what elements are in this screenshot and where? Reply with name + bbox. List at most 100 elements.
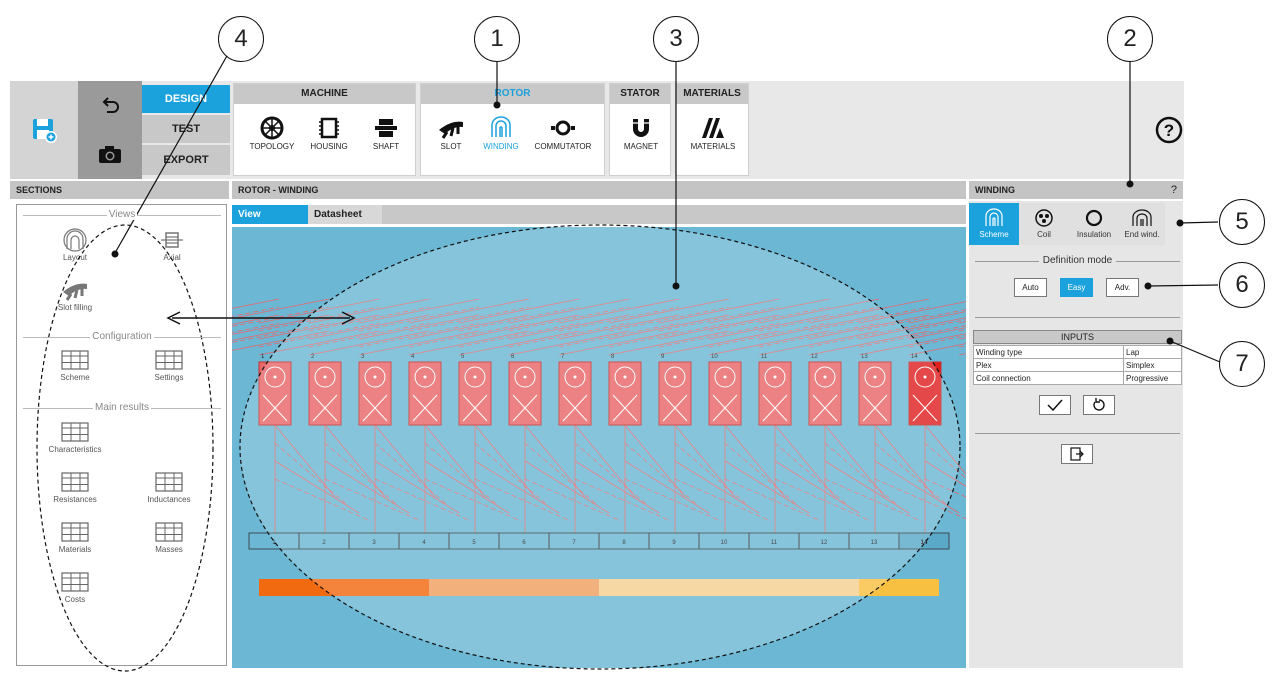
- materials-label: MATERIALS: [690, 142, 736, 151]
- end-winding-wire: [308, 298, 430, 324]
- divider: [975, 433, 1180, 434]
- end-winding-wire: [658, 298, 780, 324]
- winding-icon: [491, 116, 511, 137]
- section-scheme[interactable]: Scheme: [35, 347, 115, 382]
- connection-wire: [724, 424, 786, 498]
- slot-number: 10: [711, 354, 718, 360]
- table-icon: [61, 572, 89, 592]
- section-materials[interactable]: Materials: [35, 519, 115, 554]
- test-mode-button[interactable]: TEST: [142, 115, 230, 143]
- table-icon: [61, 472, 89, 492]
- easy-mode-button[interactable]: Easy: [1060, 278, 1093, 297]
- connection-wire: [524, 460, 610, 514]
- topology-tool[interactable]: TOPOLOGY: [242, 114, 302, 151]
- connection-wire: [624, 478, 722, 522]
- tab-view[interactable]: View: [232, 205, 308, 224]
- coil-connection-select[interactable]: Progressive: [1123, 371, 1182, 385]
- section-layout[interactable]: Layout: [35, 227, 115, 262]
- section-characteristics[interactable]: Characteristics: [35, 419, 115, 454]
- apply-button[interactable]: [1039, 395, 1071, 415]
- tab-end-winding[interactable]: End wind.: [1119, 203, 1165, 245]
- winding-help-icon[interactable]: ?: [1171, 181, 1177, 199]
- connection-wire: [674, 478, 772, 522]
- commutator-number: 13: [871, 540, 878, 546]
- svg-text:?: ?: [1164, 121, 1174, 140]
- winding-type-select[interactable]: Lap: [1123, 345, 1182, 359]
- end-winding-wire: [608, 298, 730, 324]
- section-costs[interactable]: Costs: [35, 569, 115, 604]
- export-scheme-button[interactable]: [1061, 444, 1093, 464]
- table-icon: [155, 350, 183, 370]
- commutator-tool[interactable]: COMMUTATOR: [533, 114, 593, 151]
- connection-wire: [274, 478, 372, 522]
- coil-side-dot: [823, 375, 827, 379]
- tab-datasheet[interactable]: Datasheet: [308, 205, 382, 224]
- end-winding-wire: [358, 298, 480, 324]
- materials-tool[interactable]: MATERIALS: [683, 114, 743, 151]
- coil-side-dot: [323, 375, 327, 379]
- winding-tool[interactable]: WINDING: [471, 114, 531, 151]
- export-icon: [1070, 447, 1084, 461]
- help-icon[interactable]: ?: [1154, 115, 1184, 145]
- commutator-number: 1: [272, 540, 276, 546]
- connection-wire: [574, 478, 672, 522]
- connection-wire: [724, 478, 822, 522]
- reset-button[interactable]: [1083, 395, 1115, 415]
- shaft-tool[interactable]: SHAFT: [356, 114, 416, 151]
- callout-6: 6: [1219, 262, 1265, 308]
- connection-wire: [574, 424, 636, 498]
- connection-wire: [524, 478, 622, 522]
- main-results-heading: Main results: [23, 402, 221, 413]
- rotor-winding-header: ROTOR - WINDING: [232, 181, 966, 199]
- section-axial[interactable]: Axial: [132, 227, 212, 262]
- winding-view-canvas[interactable]: 1 2 3 4 5 6 7 8 9 10 11 12 13 14 1 2 3 4 5 6 7 8 9 10 11 12 13 14: [232, 227, 966, 668]
- current-bar-segment: [599, 579, 859, 596]
- housing-icon: [319, 117, 339, 139]
- inputs-title: INPUTS: [973, 330, 1182, 344]
- app-window: { "toolbar": { "modes": {"design": "DESI…: [0, 0, 1282, 693]
- stator-group-title: STATOR: [610, 84, 670, 104]
- section-slot-filling[interactable]: Slot filling: [35, 277, 115, 312]
- commutator-icon: [551, 120, 575, 136]
- coil-side-dot: [373, 375, 377, 379]
- undo-button[interactable]: [78, 81, 142, 129]
- design-mode-button[interactable]: DESIGN: [142, 85, 230, 113]
- auto-mode-button[interactable]: Auto: [1014, 278, 1047, 297]
- section-resistances[interactable]: Resistances: [35, 469, 115, 504]
- snapshot-button[interactable]: [78, 129, 142, 179]
- connection-wire: [274, 442, 348, 506]
- commutator-number: 10: [721, 540, 728, 546]
- tab-scheme[interactable]: Scheme: [969, 203, 1019, 245]
- insulation-icon: [1085, 209, 1103, 227]
- winding-header-title: WINDING: [975, 185, 1015, 195]
- save-button[interactable]: [10, 81, 78, 179]
- save-icon: [33, 119, 57, 143]
- tab-coil[interactable]: Coil: [1019, 203, 1069, 245]
- plex-select[interactable]: Simplex: [1123, 358, 1182, 372]
- machine-group-title: MACHINE: [234, 84, 415, 104]
- commutator-number: 11: [771, 540, 778, 546]
- slot-number: 8: [611, 354, 615, 360]
- tab-insulation[interactable]: Insulation: [1069, 203, 1119, 245]
- slot-number: 13: [861, 354, 868, 360]
- coil-side-dot: [473, 375, 477, 379]
- export-mode-button[interactable]: EXPORT: [142, 145, 230, 175]
- connection-wire: [424, 460, 510, 514]
- slot-number: 14: [911, 354, 918, 360]
- connection-wire: [424, 478, 522, 522]
- connection-wire: [324, 424, 386, 498]
- magnet-tool[interactable]: MAGNET: [611, 114, 671, 151]
- slot-coil: [908, 361, 942, 426]
- coil-side-dot: [523, 375, 527, 379]
- connection-wire: [674, 460, 760, 514]
- housing-tool[interactable]: HOUSING: [299, 114, 359, 151]
- slot-coil: [708, 361, 742, 426]
- layout-icon: [63, 228, 87, 252]
- slot-number: 1: [261, 354, 265, 360]
- connection-wire: [274, 460, 360, 514]
- table-icon: [155, 522, 183, 542]
- section-settings[interactable]: Settings: [129, 347, 209, 382]
- section-inductances[interactable]: Inductances: [129, 469, 209, 504]
- advanced-mode-button[interactable]: Adv.: [1106, 278, 1139, 297]
- section-masses[interactable]: Masses: [129, 519, 209, 554]
